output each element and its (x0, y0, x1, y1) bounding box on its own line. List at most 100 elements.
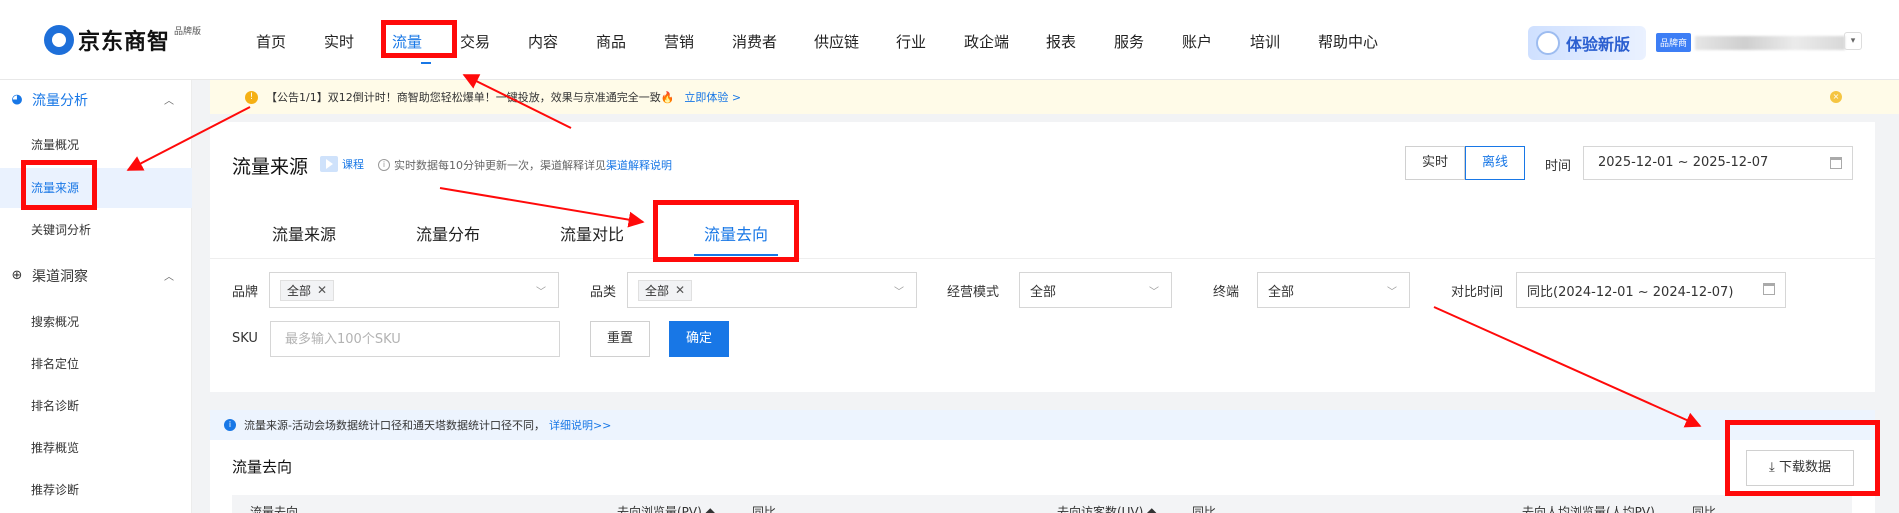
sidebar-group-label: 渠道洞察 (32, 269, 88, 285)
info-icon: i (378, 159, 390, 171)
col-destination: 流量去向 (250, 505, 299, 513)
sku-input[interactable] (270, 321, 560, 357)
annotation-box-nav-traffic (381, 20, 457, 58)
brand-name: 京东商智 (78, 30, 171, 55)
nav-reports[interactable]: 报表 (1046, 0, 1114, 80)
jd-dog-icon (44, 25, 74, 55)
tab-traffic-compare[interactable]: 流量对比 (520, 214, 664, 256)
pie-chart-icon: ◕ (11, 92, 23, 107)
jd-logo[interactable]: 京东商智 品牌版 (44, 24, 201, 56)
chevron-down-icon: ﹀ (1387, 287, 1397, 298)
nav-account[interactable]: 账户 (1182, 0, 1250, 80)
sidebar-group-channel-insight[interactable]: ⊕ 渠道洞察 ︿ (0, 256, 192, 296)
time-label: 时间 (1545, 159, 1572, 174)
tab-traffic-distribution[interactable]: 流量分布 (376, 214, 520, 256)
calendar-icon (1830, 157, 1842, 169)
sidebar-group-label: 流量分析 (32, 93, 88, 109)
business-mode-select[interactable]: 全部 ﹀ (1019, 272, 1172, 308)
annotation-box-sidebar-traffic-source (21, 160, 97, 210)
compare-time-picker[interactable]: 同比(2024-12-01 ~ 2024-12-07) (1516, 272, 1786, 308)
warning-icon: ! (245, 91, 258, 104)
sidebar-item-rank-diagnosis[interactable]: 排名诊断 (0, 386, 192, 426)
close-icon[interactable]: × (1830, 91, 1842, 103)
annotation-box-download (1725, 420, 1880, 496)
confirm-button[interactable]: 确定 (669, 321, 729, 357)
sidebar-group-traffic-analysis[interactable]: ◕ 流量分析 ︿ (0, 80, 192, 120)
col-avg-pv-yoy: 同比 (1692, 505, 1717, 513)
channel-explanation-link[interactable]: 渠道解释说明 (606, 157, 672, 173)
toggle-realtime[interactable]: 实时 (1405, 146, 1465, 180)
compare-time-value: 同比(2024-12-01 ~ 2024-12-07) (1527, 284, 1734, 300)
sidebar-item-recommend-diagnosis[interactable]: 推荐诊断 (0, 470, 192, 510)
brand-select[interactable]: 全部 ✕ ﹀ (269, 272, 559, 308)
chevron-down-icon: ﹀ (894, 287, 904, 298)
sidebar-item-traffic-overview[interactable]: 流量概况 (0, 125, 192, 165)
remove-tag-icon[interactable]: ✕ (675, 283, 685, 297)
col-uv-yoy: 同比 (1192, 505, 1217, 513)
category-select[interactable]: 全部 ✕ ﹀ (627, 272, 917, 308)
page-title: 流量来源 (232, 156, 309, 178)
nav-training[interactable]: 培训 (1250, 0, 1318, 80)
col-uv[interactable]: 去向访客数(UV) ◆ (1057, 503, 1156, 513)
date-range-value: 2025-12-01 ~ 2025-12-07 (1598, 155, 1769, 170)
chevron-up-icon: ︿ (164, 272, 174, 283)
nav-trade[interactable]: 交易 (460, 0, 528, 80)
nav-help-center[interactable]: 帮助中心 (1318, 0, 1414, 80)
terminal-value: 全部 (1268, 284, 1295, 300)
col-pv-yoy: 同比 (752, 505, 777, 513)
sidebar: ◕ 流量分析 ︿ 流量概况 流量来源 关键词分析 ⊕ 渠道洞察 ︿ 搜索概况 排… (0, 80, 192, 513)
terminal-label: 终端 (1213, 285, 1240, 300)
nav-goods[interactable]: 商品 (596, 0, 664, 80)
tip-text: 流量来源-活动会场数据统计口径和通天塔数据统计口径不同， (244, 419, 545, 432)
nav-service[interactable]: 服务 (1114, 0, 1182, 80)
realtime-offline-toggle: 实时 离线 (1405, 146, 1525, 180)
nav-content[interactable]: 内容 (528, 0, 596, 80)
remove-tag-icon[interactable]: ✕ (317, 283, 327, 297)
nav-home[interactable]: 首页 (256, 0, 324, 80)
compare-time-label: 对比时间 (1451, 285, 1504, 300)
course-link[interactable]: 课程 (320, 156, 364, 172)
brand-edition-tag: 品牌版 (174, 27, 202, 37)
nav-industry[interactable]: 行业 (896, 0, 964, 80)
brand-tag: 全部 ✕ (280, 279, 335, 301)
sidebar-item-search-overview[interactable]: 搜索概况 (0, 302, 192, 342)
traffic-destination-panel: 流量去向 ⤓ 下载数据 流量去向 去向浏览量(PV) ◆ 同比 去向访客数(UV… (210, 440, 1875, 513)
section-title: 流量去向 (232, 458, 293, 476)
terminal-select[interactable]: 全部 ﹀ (1257, 272, 1410, 308)
announcement-bar: ! 【公告1/1】双12倒计时！商智助您轻松爆单！一键投放，效果与京准通完全一致… (210, 80, 1899, 114)
sidebar-item-rank-position[interactable]: 排名定位 (0, 344, 192, 384)
play-icon (320, 156, 338, 172)
mascot-icon (1536, 31, 1560, 55)
announcement-text: 【公告1/1】双12倒计时！商智助您轻松爆单！一键投放，效果与京准通完全一致🔥 (266, 91, 675, 104)
business-mode-label: 经营模式 (947, 285, 1000, 300)
date-range-picker[interactable]: 2025-12-01 ~ 2025-12-07 (1583, 146, 1853, 180)
user-account[interactable]: 品牌商 (1656, 33, 1846, 52)
nav-gov-enterprise[interactable]: 政企端 (964, 0, 1046, 80)
nav-supply-chain[interactable]: 供应链 (814, 0, 896, 80)
brand-tag-label: 全部 (287, 283, 312, 298)
tab-traffic-source[interactable]: 流量来源 (232, 214, 376, 256)
nav-marketing[interactable]: 营销 (664, 0, 732, 80)
sidebar-item-recommend-overview[interactable]: 推荐概览 (0, 428, 192, 468)
compass-icon: ⊕ (11, 268, 23, 283)
category-tag-label: 全部 (645, 283, 670, 298)
try-new-version-button[interactable]: 体验新版 (1528, 26, 1646, 60)
chevron-down-icon: ﹀ (1149, 287, 1159, 298)
category-tag: 全部 ✕ (638, 279, 693, 301)
reset-button[interactable]: 重置 (590, 321, 650, 357)
annotation-box-tab-destination (653, 200, 799, 262)
try-now-link[interactable]: 立即体验 > (684, 89, 741, 105)
sidebar-item-keyword-analysis[interactable]: 关键词分析 (0, 210, 192, 250)
traffic-source-panel: 流量来源 课程 i 实时数据每10分钟更新一次，渠道解释详见 渠道解释说明 实时… (210, 122, 1875, 392)
chevron-down-icon: ﹀ (536, 287, 546, 298)
col-pv[interactable]: 去向浏览量(PV) ◆ (617, 503, 715, 513)
chevron-up-icon: ︿ (164, 96, 174, 107)
col-avg-pv[interactable]: 去向人均浏览量(人均PV) (1522, 503, 1655, 513)
calendar-icon (1763, 283, 1775, 295)
nav-consumer[interactable]: 消费者 (732, 0, 814, 80)
info-text: 实时数据每10分钟更新一次，渠道解释详见 (394, 159, 606, 172)
details-link[interactable]: 详细说明>> (549, 417, 611, 433)
toggle-offline[interactable]: 离线 (1465, 146, 1525, 180)
business-mode-value: 全部 (1030, 284, 1057, 300)
user-menu-chevron-icon[interactable]: ▾ (1844, 32, 1862, 50)
